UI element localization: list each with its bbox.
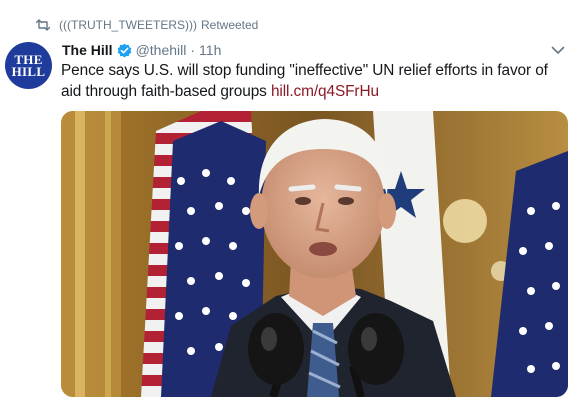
avatar[interactable]: THE HILL (5, 42, 52, 89)
verified-badge-icon (117, 43, 131, 57)
retweet-label: Retweeted (200, 18, 259, 32)
author-handle[interactable]: @thehill (136, 42, 187, 58)
retweet-context: (((TRUTH_TWEETERS))) Retweeted (36, 17, 258, 33)
tweet-link[interactable]: hill.cm/q4SFrHu (271, 83, 379, 100)
tweet-timestamp[interactable]: 11h (199, 42, 221, 58)
tweet-header: The Hill @thehill · 11h (62, 40, 221, 60)
retweeter-name[interactable]: (((TRUTH_TWEETERS))) (59, 18, 197, 32)
tweet-media-photo[interactable] (61, 111, 568, 397)
photo-icon (61, 111, 568, 397)
author-display-name[interactable]: The Hill (62, 42, 113, 58)
separator-dot: · (190, 42, 196, 58)
chevron-down-icon[interactable] (550, 42, 566, 58)
avatar-text-line2: HILL (11, 63, 46, 79)
retweet-icon (36, 19, 50, 31)
tweet-text: Pence says U.S. will stop funding "ineff… (61, 60, 566, 102)
